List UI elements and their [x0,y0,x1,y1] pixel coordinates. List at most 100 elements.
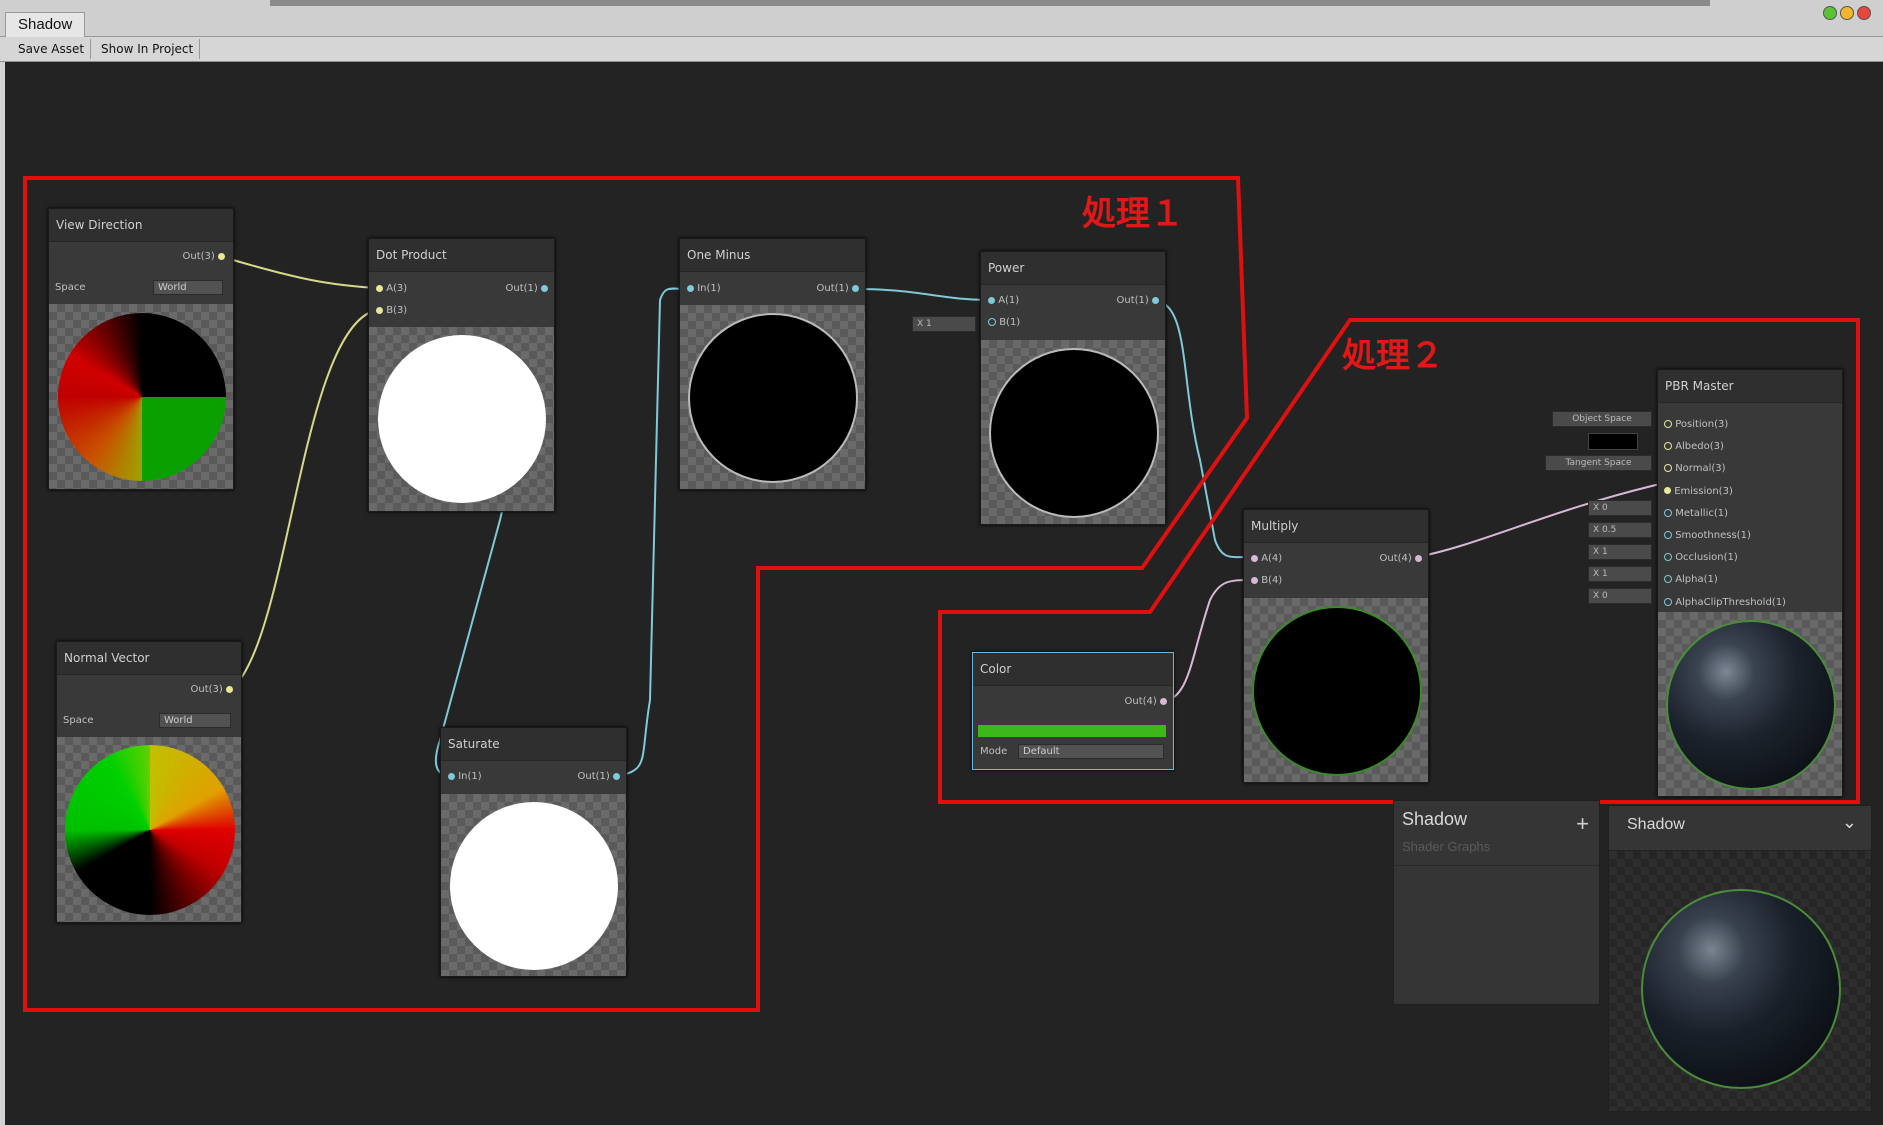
output-port[interactable]: Out(1) [506,283,548,294]
port-dot-icon[interactable] [226,685,233,693]
node-pbr-master[interactable]: PBR Master Position(3) Albedo(3) Normal(… [1657,369,1843,797]
default-value: X 0 [1593,503,1608,513]
node-preview [680,305,865,489]
position-space-default[interactable]: Object Space [1552,411,1652,427]
normal-space-default[interactable]: Tangent Space [1545,455,1652,471]
pbr-input-position[interactable]: Position(3) [1664,414,1786,436]
node-view-direction[interactable]: View Direction Out(3) Space World [48,208,234,490]
port-dot-icon[interactable] [1664,531,1672,540]
node-preview [369,327,554,511]
port-dot-icon[interactable] [1664,553,1672,562]
port-dot-icon[interactable] [1664,464,1672,473]
wire-oneminus-power [854,288,991,301]
port-dot-icon[interactable] [376,306,383,314]
port-dot-icon[interactable] [218,252,225,260]
pbr-input-occlusion[interactable]: Occlusion(1) [1664,547,1786,569]
node-color[interactable]: Color Out(4) Mode Default [972,652,1174,770]
albedo-color-swatch[interactable] [1588,433,1638,450]
node-title: PBR Master [1658,370,1842,403]
mode-label: Mode [980,746,1008,757]
pbr-input-alpha-clip[interactable]: AlphaClipThreshold(1) [1664,592,1786,614]
occlusion-default[interactable]: X 1 [1588,544,1652,560]
port-dot-icon[interactable] [1664,508,1672,517]
input-port-a[interactable]: A(1) [988,295,1019,306]
pbr-input-albedo[interactable]: Albedo(3) [1664,436,1786,458]
port-dot-icon[interactable] [613,772,620,780]
node-multiply[interactable]: Multiply A(4) B(4) Out(4) [1243,509,1429,783]
port-label: Albedo(3) [1675,441,1724,453]
output-port[interactable]: Out(3) [191,684,233,695]
port-dot-icon[interactable] [1251,554,1258,562]
metallic-default[interactable]: X 0 [1588,500,1652,516]
main-preview-viewport[interactable] [1609,851,1871,1111]
port-dot-icon[interactable] [687,284,694,292]
port-dot-icon[interactable] [1664,442,1672,451]
main-preview-sphere [1641,889,1841,1089]
alpha-clip-default[interactable]: X 0 [1588,588,1652,604]
port-label: Out(1) [816,283,849,294]
add-property-button[interactable]: + [1576,811,1589,837]
pbr-input-metallic[interactable]: Metallic(1) [1664,503,1786,525]
input-port-b[interactable]: B(4) [1251,575,1282,586]
pbr-input-normal[interactable]: Normal(3) [1664,458,1786,480]
port-dot-icon[interactable] [1160,697,1167,705]
port-dot-icon[interactable] [1415,554,1422,562]
node-title: Power [981,252,1165,285]
port-dot-icon[interactable] [1664,420,1672,428]
space-dropdown[interactable]: World [159,713,231,728]
port-dot-icon[interactable] [376,284,383,292]
color-swatch[interactable] [978,725,1166,737]
output-port[interactable]: Out(1) [817,283,859,294]
output-port[interactable]: Out(1) [578,771,620,782]
input-port-a[interactable]: A(4) [1251,553,1282,564]
node-dot-product[interactable]: Dot Product A(3) B(3) Out(1) [368,238,555,512]
power-b-default[interactable]: X 1 [912,316,976,332]
mode-dropdown[interactable]: Default [1018,744,1164,759]
input-port-b[interactable]: B(1) [988,317,1020,328]
port-dot-icon[interactable] [448,772,455,780]
port-dot-icon[interactable] [1664,487,1671,495]
port-dot-icon[interactable] [1152,296,1159,304]
input-port[interactable]: In(1) [448,771,482,782]
blackboard-subtitle: Shader Graphs [1402,839,1491,854]
node-one-minus[interactable]: One Minus In(1) Out(1) [679,238,866,490]
node-power[interactable]: Power A(1) B(1) Out(1) [980,251,1166,525]
port-dot-icon[interactable] [1664,597,1672,606]
space-dropdown[interactable]: World [153,280,223,295]
pbr-input-smoothness[interactable]: Smoothness(1) [1664,525,1786,547]
alpha-default[interactable]: X 1 [1588,566,1652,582]
node-title: View Direction [49,209,233,242]
port-label: In(1) [697,283,721,294]
input-port-a[interactable]: A(3) [376,283,407,294]
node-normal-vector[interactable]: Normal Vector Out(3) Space World [56,641,242,923]
chevron-down-icon[interactable]: ⌄ [1842,812,1857,833]
port-dot-icon[interactable] [988,318,996,326]
default-value: Object Space [1572,414,1632,424]
port-dot-icon[interactable] [1251,576,1258,584]
node-preview [1658,612,1842,796]
port-dot-icon[interactable] [541,284,548,292]
port-label: B(3) [386,305,408,316]
port-label: Out(3) [190,684,223,695]
port-dot-icon[interactable] [1664,575,1672,584]
port-label: A(4) [1261,553,1283,564]
pbr-input-emission[interactable]: Emission(3) [1664,481,1786,503]
default-value: X 0.5 [1593,525,1617,535]
node-saturate[interactable]: Saturate In(1) Out(1) [440,727,627,977]
port-label: Out(4) [1379,553,1412,564]
smoothness-default[interactable]: X 0.5 [1588,522,1652,538]
port-dot-icon[interactable] [852,284,859,292]
pbr-input-alpha[interactable]: Alpha(1) [1664,569,1786,591]
default-value: X 0 [1593,591,1608,601]
graph-wires [23,176,1860,1012]
default-value: X 1 [917,319,932,329]
node-title: One Minus [680,239,865,272]
output-port[interactable]: Out(1) [1117,295,1159,306]
output-port[interactable]: Out(4) [1380,553,1422,564]
port-dot-icon[interactable] [988,296,995,304]
output-port[interactable]: Out(3) [183,251,225,262]
port-label: Emission(3) [1674,485,1733,497]
input-port-b[interactable]: B(3) [376,305,407,316]
input-port[interactable]: In(1) [687,283,721,294]
output-port[interactable]: Out(4) [1125,696,1167,707]
